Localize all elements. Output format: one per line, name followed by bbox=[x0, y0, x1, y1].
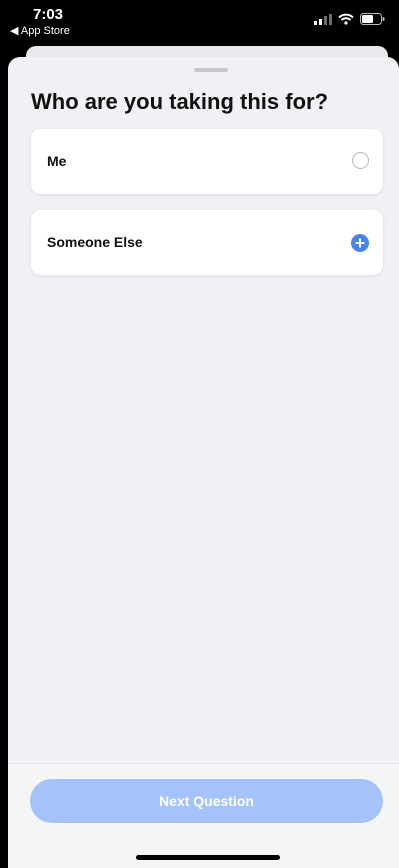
modal-sheet: Who are you taking this for? Me Someone … bbox=[8, 57, 399, 868]
back-to-app-link[interactable]: ◀ App Store bbox=[10, 24, 70, 37]
sheet-grabber[interactable] bbox=[194, 68, 228, 72]
page-title: Who are you taking this for? bbox=[31, 89, 329, 114]
option-someone-else[interactable]: Someone Else bbox=[31, 210, 383, 275]
status-time: 7:03 bbox=[33, 6, 64, 23]
next-question-button[interactable]: Next Question bbox=[30, 779, 383, 823]
battery-icon bbox=[360, 13, 385, 25]
bottom-bar: Next Question bbox=[8, 763, 399, 868]
plus-circle-icon[interactable] bbox=[351, 234, 369, 252]
option-label: Me bbox=[47, 153, 67, 169]
status-bar: 7:03 ◀ App Store bbox=[0, 0, 399, 46]
home-indicator bbox=[136, 855, 280, 860]
radio-empty-icon[interactable] bbox=[352, 152, 369, 169]
option-me[interactable]: Me bbox=[31, 129, 383, 194]
status-icons bbox=[314, 13, 385, 25]
option-label: Someone Else bbox=[47, 234, 143, 250]
signal-icon bbox=[314, 13, 332, 25]
wifi-icon bbox=[338, 13, 354, 25]
